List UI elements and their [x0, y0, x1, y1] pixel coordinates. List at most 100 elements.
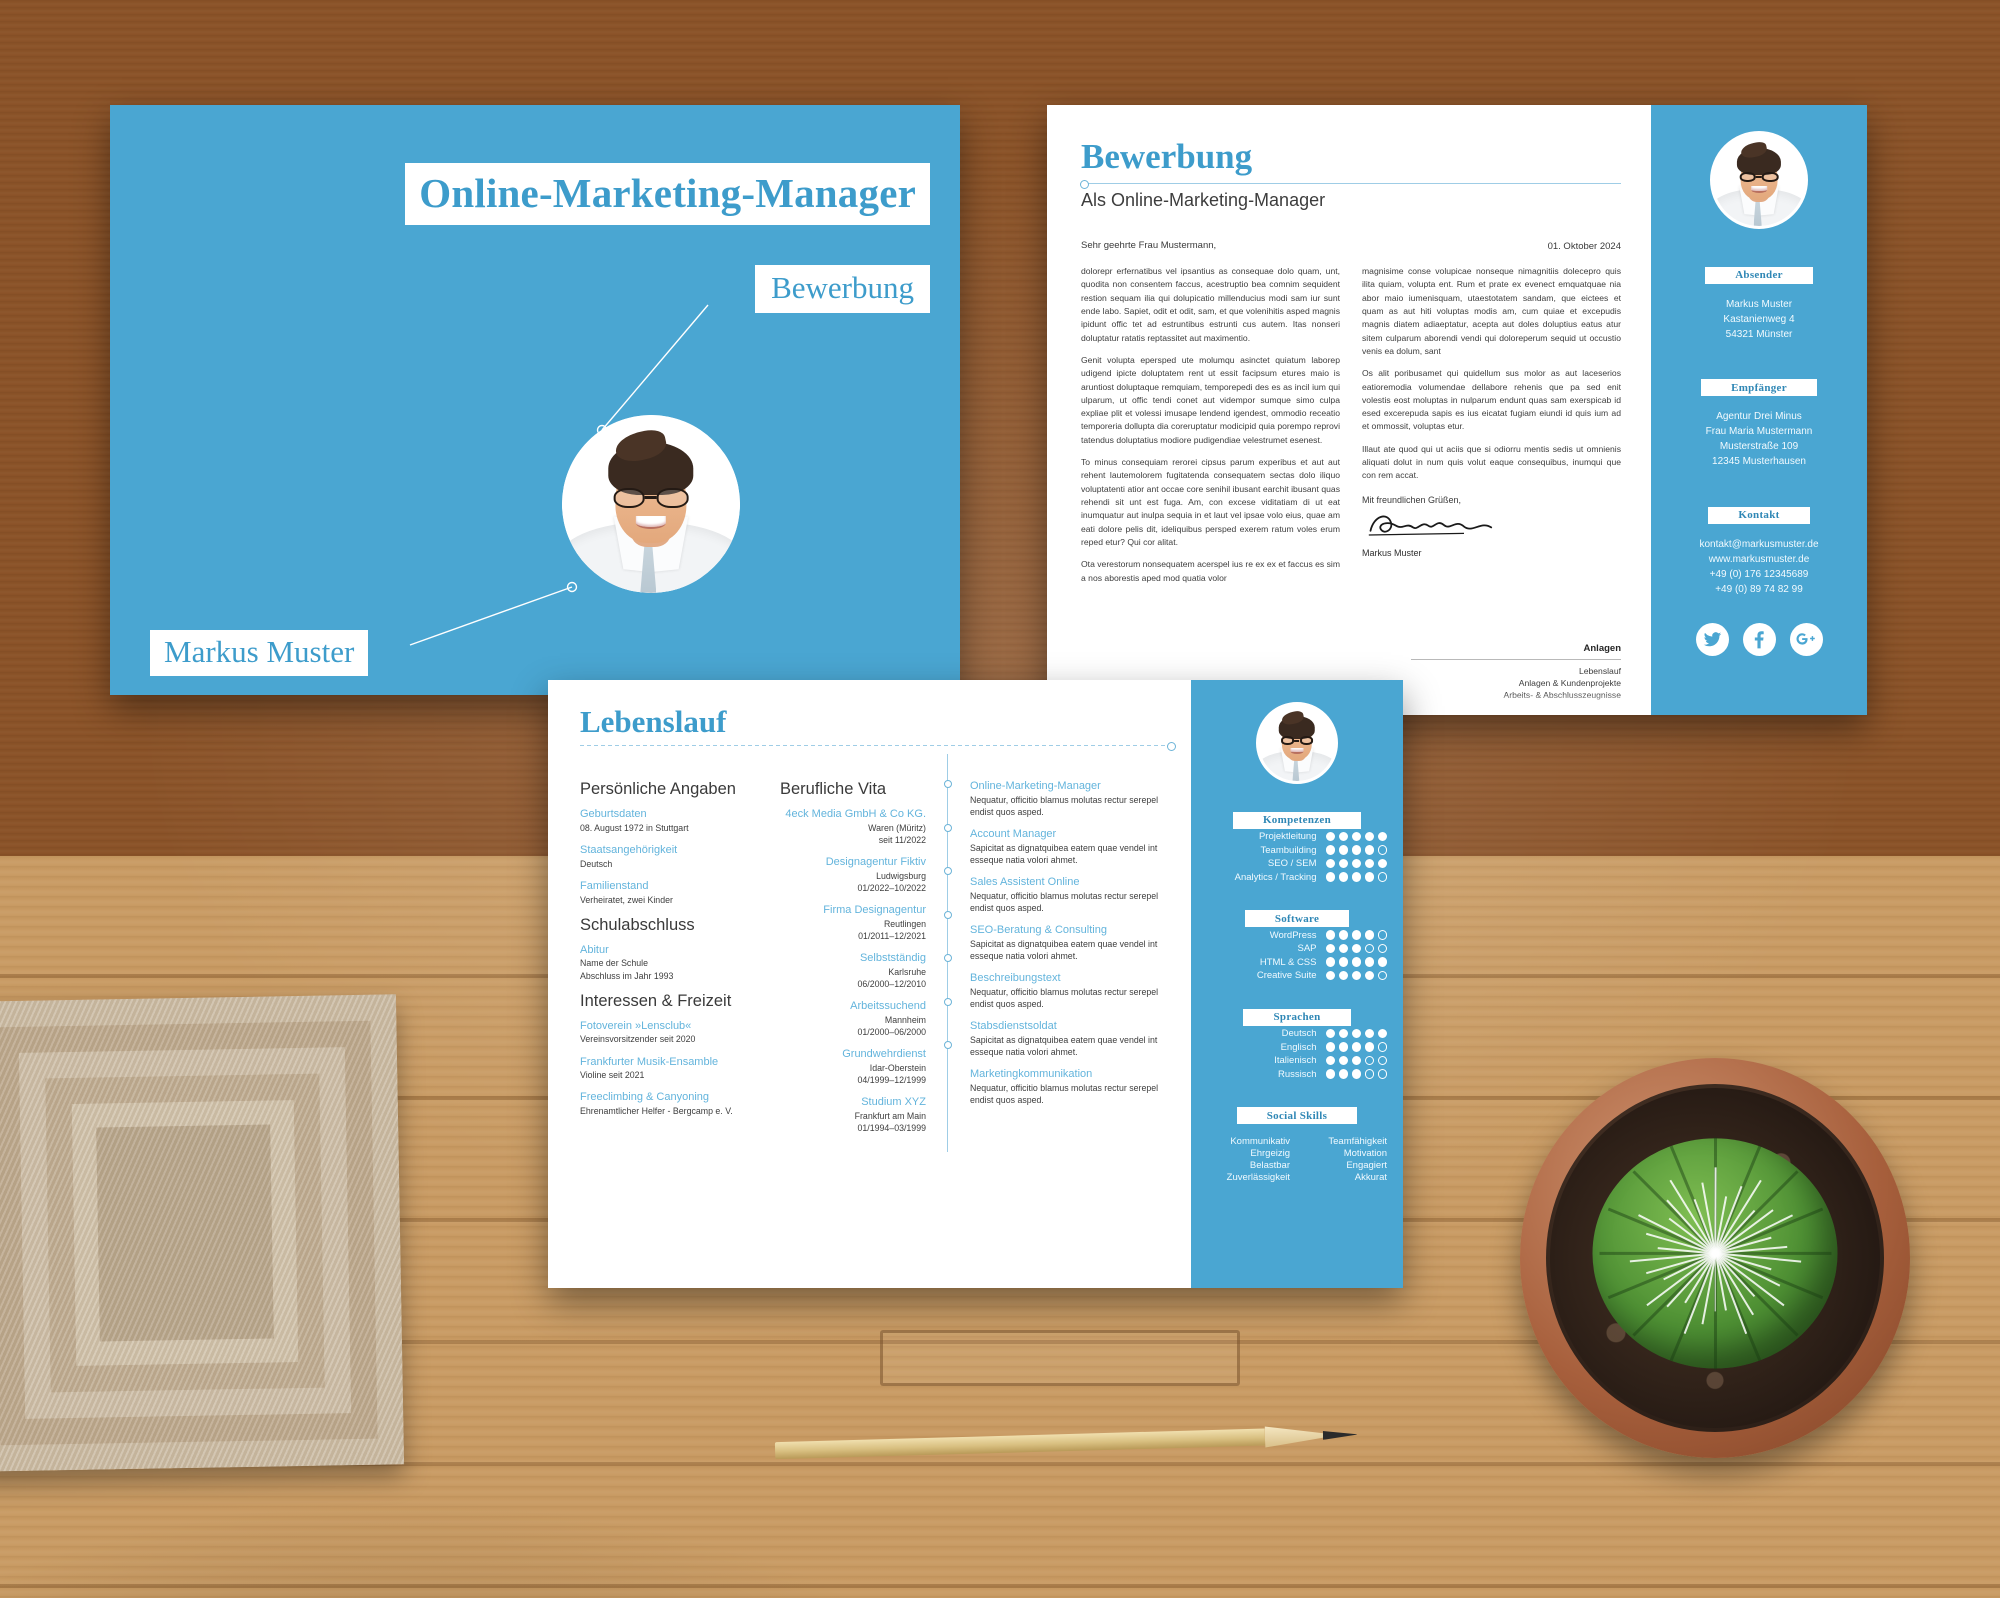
rating-dot: [1325, 943, 1335, 954]
rating-dot: [1351, 1028, 1361, 1039]
cv-columns: Persönliche Angaben Geburtsdaten 08. Augu…: [580, 754, 1175, 1152]
vita-org: Designagentur Fiktiv: [825, 856, 926, 868]
letter-paragraph: To minus consequiam rerorei cipsus parum…: [1081, 457, 1340, 547]
wooden-picture-frame: [0, 994, 405, 1472]
rating-dot: [1325, 1069, 1335, 1079]
contact-line: +49 (0) 89 74 82 99: [1715, 583, 1803, 595]
facebook-icon[interactable]: [1742, 622, 1776, 656]
cv-entry-label: Fotoverein »Lensclub«: [580, 1019, 692, 1032]
rating-dot: [1325, 957, 1335, 967]
rating-dot: [1338, 1069, 1348, 1079]
contact-label: Kontakt: [1708, 506, 1810, 524]
letter-paragraph: dolorepr erfernatibus vel ipsantius as c…: [1081, 266, 1340, 343]
rating-dots: [1325, 957, 1387, 967]
vita-entry: Selbstständig Karlsruhe 06/2000–12/2010: [780, 952, 927, 990]
cv-entry: Fotoverein »Lensclub« Vereinsvorsitzender…: [580, 1020, 766, 1046]
rating-dots: [1325, 1069, 1387, 1079]
cv-heading-personal: Persönliche Angaben: [580, 780, 736, 798]
rating-dot: [1377, 1069, 1387, 1079]
rating-dot: [1325, 872, 1335, 882]
rating-row: SEO / SEM: [1191, 858, 1403, 869]
role-desc: Sapicitat as dignatquibea eatem quae ven…: [970, 938, 1158, 961]
cv-entry: Abitur Name der Schule Abschluss im Jahr 1…: [580, 944, 766, 982]
attachments-divider: [1411, 658, 1621, 660]
rating-dot: [1377, 957, 1387, 967]
rating-row: SAP: [1191, 943, 1403, 954]
rating-dot: [1338, 858, 1348, 869]
cv-entry: Familienstand Verheiratet, zwei Kinder: [580, 880, 766, 906]
cv-entry: Geburtsdaten 08. August 1972 in Stuttgart: [580, 808, 766, 834]
social-skill-item: Ehrgeizig: [1250, 1148, 1290, 1159]
rating-dot: [1325, 1055, 1335, 1066]
interest-entries: Fotoverein »Lensclub« Vereinsvorsitzender…: [580, 1020, 766, 1118]
cv-entry-value: Name der Schule: [580, 958, 648, 969]
recipient-label: Empfänger: [1701, 379, 1817, 396]
rating-row: Deutsch: [1191, 1028, 1403, 1039]
vita-org: Selbstständig: [859, 952, 926, 964]
rating-dot: [1351, 943, 1361, 954]
cv-entry-value: Verheiratet, zwei Kinder: [580, 894, 673, 905]
rating-dot: [1351, 872, 1361, 882]
rating-dot: [1377, 1042, 1387, 1052]
timeline-dot: [943, 823, 952, 832]
sender-label: Absender: [1705, 266, 1813, 284]
cover-letter-body: Bewerbung Als Online-Marketing-Manager 0…: [1047, 105, 1651, 715]
letter-closing: Mit freundlichen Grüßen,: [1362, 494, 1462, 505]
cv-heading-vita: Berufliche Vita: [780, 780, 887, 798]
cv-column-roles: Online-Marketing-Manager Nequatur, offici…: [948, 780, 1175, 1144]
role-entry: Stabsdienstsoldat Sapicitat as dignatquib…: [970, 1020, 1175, 1058]
cv-card: Lebenslauf Persönliche Angaben Geburtsda…: [548, 680, 1403, 1288]
twitter-icon[interactable]: [1695, 622, 1729, 656]
google-plus-icon[interactable]: [1789, 622, 1823, 656]
cv-entry-value: Ehrenamtlicher Helfer - Bergcamp e. V.: [580, 1106, 733, 1117]
skill-name: Teambuilding: [1260, 844, 1317, 856]
skills-ratings: Projektleitung Teambuilding SEO / SEM Analy…: [1191, 831, 1403, 883]
address-line: 54321 Münster: [1725, 328, 1793, 340]
rating-dots: [1325, 943, 1387, 954]
cv-entry-label: Staatsangehörigkeit: [580, 843, 678, 856]
rating-dot: [1325, 858, 1335, 869]
rating-dot: [1364, 957, 1374, 967]
language-ratings: Deutsch Englisch Italienisch Russisch: [1191, 1028, 1403, 1080]
rating-dot: [1351, 845, 1361, 855]
cv-column-vita: Berufliche Vita 4eck Media GmbH & Co KG.…: [780, 754, 952, 1152]
rating-row: Analytics / Tracking: [1191, 872, 1403, 883]
rating-dot: [1338, 930, 1348, 940]
rating-dot: [1377, 1055, 1387, 1066]
cactus-spine: [1714, 1167, 1717, 1254]
cv-title: Lebenslauf: [580, 704, 727, 739]
role-desc: Nequatur, officitio blamus molutas rectu…: [970, 1082, 1159, 1105]
rating-dot: [1377, 930, 1387, 940]
letter-paragraph: Os alit poribusamet qui quidellum sus mo…: [1362, 368, 1621, 432]
social-skills-label: Social Skills: [1236, 1107, 1358, 1124]
address-line: Markus Muster: [1725, 298, 1793, 310]
rating-dot: [1364, 970, 1374, 981]
vita-entries: 4eck Media GmbH & Co KG. Waren (Müritz) se…: [780, 808, 926, 1134]
signature-image: [1368, 515, 1493, 536]
rating-row: Teambuilding: [1191, 845, 1403, 856]
role-desc: Sapicitat as dignatquibea eatem quae ven…: [970, 842, 1158, 865]
cv-title-divider: [580, 741, 1176, 751]
cv-entry: Freeclimbing & Canyoning Ehrenamtlicher H…: [580, 1091, 766, 1117]
role-title: SEO-Beratung & Consulting: [970, 924, 1107, 936]
rating-dot: [1364, 930, 1374, 940]
cv-heading-interests: Interessen & Freizeit: [580, 991, 732, 1010]
social-skill-item: Akkurat: [1354, 1172, 1387, 1183]
cv-heading-school: Schulabschluss: [580, 915, 695, 934]
rating-dot: [1364, 1028, 1374, 1039]
role-entry: Beschreibungstext Nequatur, officitio bla…: [970, 972, 1175, 1010]
rating-dot: [1377, 831, 1387, 842]
language-name: Englisch: [1280, 1041, 1317, 1053]
social-skills-list: Kommunikativ Teamfähigkeit Ehrgeizig Motiva…: [1191, 1136, 1403, 1183]
rating-dots: [1325, 1055, 1387, 1066]
rating-dot: [1338, 845, 1348, 855]
cv-column-personal: Persönliche Angaben Geburtsdaten 08. Augu…: [580, 780, 780, 1144]
rating-dot: [1351, 1042, 1361, 1052]
rating-dot: [1351, 930, 1361, 940]
software-name: Creative Suite: [1256, 970, 1317, 981]
cactus-plant: [1592, 1137, 1838, 1370]
title-page-name: Markus Muster: [150, 630, 369, 676]
role-desc: Nequatur, officitio blamus molutas rectu…: [970, 794, 1159, 817]
cv-entry-value: Vereinsvorsitzender seit 2020: [580, 1034, 696, 1045]
rating-dot: [1377, 858, 1387, 869]
